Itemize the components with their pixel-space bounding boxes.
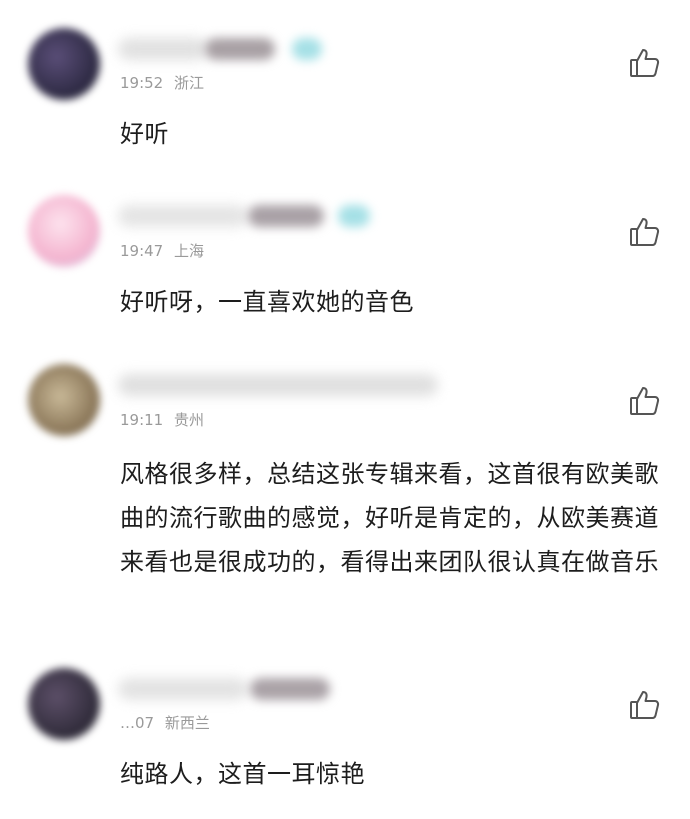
- comment-time: …07: [120, 714, 155, 732]
- comment-location: 贵州: [174, 411, 205, 429]
- comment-meta: 19:47 上海: [120, 240, 204, 261]
- thumbs-up-icon: [630, 387, 660, 415]
- username-blurred-badge: [250, 678, 330, 700]
- vip-badge: [338, 205, 370, 227]
- comment-text: 好听: [120, 120, 169, 148]
- vip-badge: [292, 38, 322, 60]
- username-blurred[interactable]: [118, 678, 248, 700]
- username-blurred[interactable]: [118, 374, 438, 396]
- comment-text: 纯路人，这首一耳惊艳: [120, 760, 365, 788]
- comment-text: 好听呀，一直喜欢她的音色: [120, 288, 414, 316]
- comment-meta: 19:11 贵州: [120, 409, 204, 430]
- avatar[interactable]: [28, 195, 100, 267]
- comment-text: 风格很多样，总结这张专辑来看，这首很有欧美歌曲的流行歌曲的感觉，好听是肯定的，从…: [120, 460, 659, 576]
- thumbs-up-icon: [630, 218, 660, 246]
- like-button[interactable]: [628, 688, 662, 722]
- comment-location: 浙江: [174, 74, 205, 92]
- username-blurred-badge: [205, 38, 275, 60]
- comment-time: 19:47: [120, 242, 164, 260]
- avatar[interactable]: [28, 364, 100, 436]
- like-button[interactable]: [628, 215, 662, 249]
- username-blurred[interactable]: [118, 38, 208, 60]
- avatar[interactable]: [28, 668, 100, 740]
- username-blurred[interactable]: [118, 205, 248, 227]
- comment-location: 上海: [174, 242, 205, 260]
- thumbs-up-icon: [630, 49, 660, 77]
- like-button[interactable]: [628, 384, 662, 418]
- avatar[interactable]: [28, 28, 100, 100]
- like-button[interactable]: [628, 46, 662, 80]
- thumbs-up-icon: [630, 691, 660, 719]
- comment-time: 19:11: [120, 411, 164, 429]
- comment-meta: 19:52 浙江: [120, 72, 204, 93]
- comment-meta: …07 新西兰: [120, 712, 210, 733]
- comment-time: 19:52: [120, 74, 164, 92]
- username-blurred-badge: [248, 205, 324, 227]
- comment-location: 新西兰: [164, 714, 210, 732]
